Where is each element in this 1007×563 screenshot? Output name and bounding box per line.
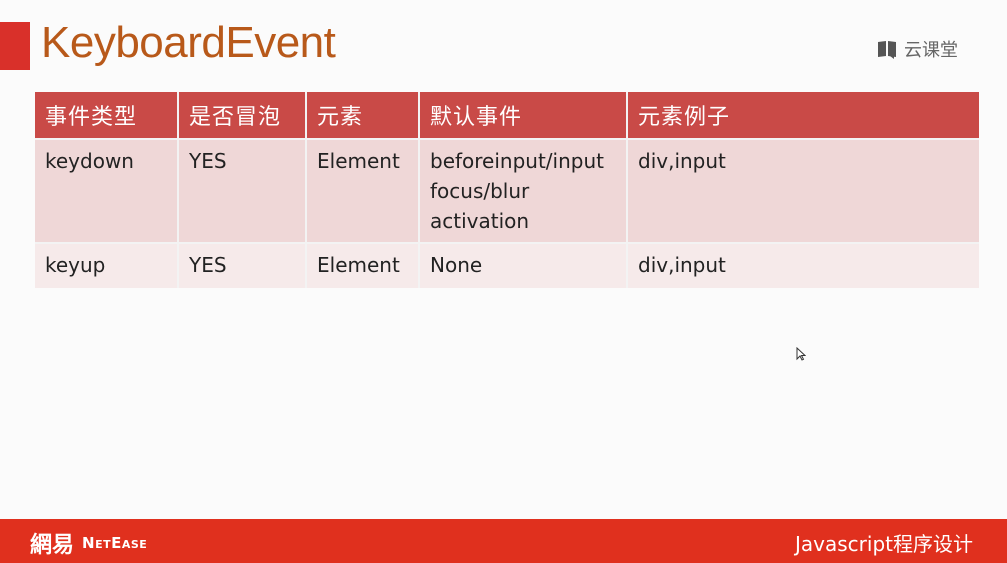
footer-bar: 網易 NetEase Javascript程序设计 — [0, 519, 1007, 563]
cell-element: Element — [307, 242, 420, 288]
table-row: keyup YES Element None div,input — [35, 242, 979, 288]
course-name: Javascript程序设计 — [795, 532, 973, 556]
cell-examples: div,input — [628, 242, 979, 288]
keyboard-event-table: 事件类型 是否冒泡 元素 默认事件 元素例子 keydown YES Eleme… — [35, 92, 979, 288]
default-line: beforeinput/input — [430, 149, 604, 173]
cell-bubbles: YES — [179, 138, 307, 242]
header-bubbles: 是否冒泡 — [179, 92, 307, 138]
cell-default-event: None — [420, 242, 628, 288]
cloud-classroom-logo: 云课堂 — [876, 38, 958, 61]
header-element: 元素 — [307, 92, 420, 138]
brand-label: 云课堂 — [904, 40, 958, 61]
netease-logo-en: NetEase — [82, 534, 148, 552]
header-default-event: 默认事件 — [420, 92, 628, 138]
default-line: focus/blur — [430, 179, 530, 203]
cell-event-type: keydown — [35, 138, 179, 242]
slide-title: KeyboardEvent — [41, 18, 336, 67]
header-element-examples: 元素例子 — [628, 92, 979, 138]
table-row: keydown YES Element beforeinput/input fo… — [35, 138, 979, 242]
cell-default-event: beforeinput/input focus/blur activation — [420, 138, 628, 242]
table-header-row: 事件类型 是否冒泡 元素 默认事件 元素例子 — [35, 92, 979, 138]
cell-element: Element — [307, 138, 420, 242]
default-line: None — [430, 253, 483, 277]
cell-examples: div,input — [628, 138, 979, 242]
netease-logo: 網易 NetEase — [30, 527, 147, 559]
mouse-cursor-icon — [796, 347, 806, 361]
cell-bubbles: YES — [179, 242, 307, 288]
header-event-type: 事件类型 — [35, 92, 179, 138]
title-accent-bar — [0, 22, 30, 70]
default-line: activation — [430, 209, 530, 233]
book-icon — [878, 41, 896, 59]
netease-logo-cn: 網易 — [30, 533, 75, 558]
cell-event-type: keyup — [35, 242, 179, 288]
